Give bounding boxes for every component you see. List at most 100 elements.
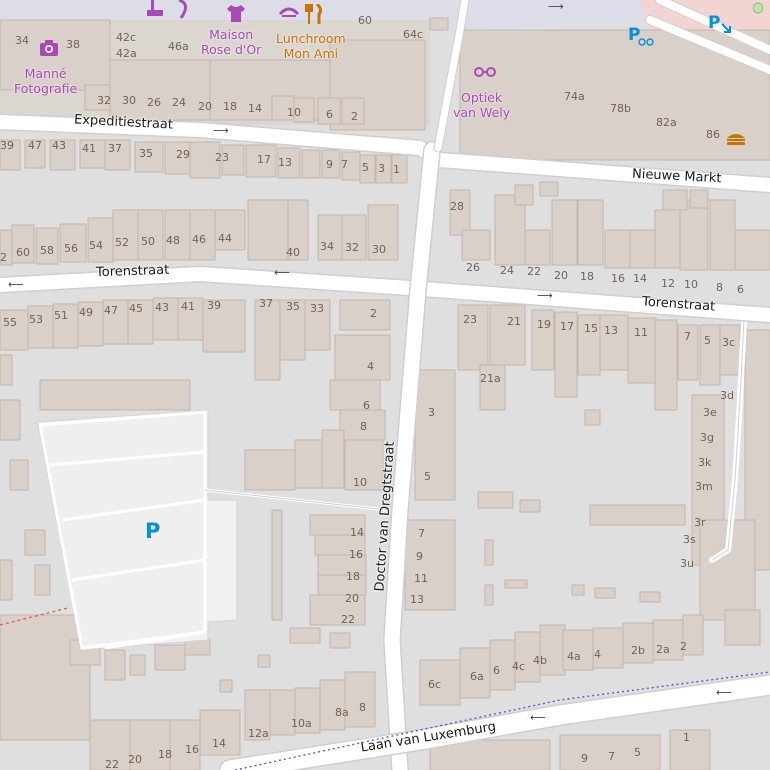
map-canvas[interactable]: ⟶ ⟵ ⟵ ⟶ ⟵ ⟵ ⟶ Expeditiestraat Nieuwe Mar… (0, 0, 770, 770)
oneway-arrow-icon: ⟵ (8, 278, 24, 291)
house-number-label: 9 (581, 752, 588, 765)
svg-text:P: P (708, 13, 720, 33)
house-number-label: 20 (345, 592, 359, 605)
oneway-arrow-icon: ⟶ (213, 124, 229, 137)
house-number-label: 23 (215, 151, 229, 164)
buildings-east-block (404, 304, 770, 646)
fast-food-icon[interactable] (726, 132, 746, 146)
house-number-label: 1 (393, 163, 400, 176)
house-number-label: 15 (584, 322, 598, 335)
house-number-label: 40 (286, 246, 300, 259)
house-number-label: 32 (97, 94, 111, 107)
house-number-label: 14 (633, 272, 647, 285)
house-number-label: 1 (683, 731, 690, 744)
hairdresser-icon[interactable] (175, 0, 195, 20)
house-number-label: 7 (684, 330, 691, 343)
house-number-label: 42a (116, 47, 137, 60)
house-number-label: 14 (212, 737, 226, 750)
house-number-label: 2 (351, 110, 358, 123)
house-number-label: 8a (335, 706, 349, 719)
poi-label-optiek-van-wely[interactable]: Optiek van Wely (453, 90, 510, 120)
house-number-label: 6 (737, 283, 744, 296)
house-number-label: 12a (248, 727, 269, 740)
house-number-label: 8 (716, 281, 723, 294)
house-number-label: 7 (608, 750, 615, 763)
house-number-label: 9 (326, 158, 333, 171)
house-number-label: 52 (115, 236, 129, 249)
house-number-label: 18 (346, 570, 360, 583)
tree-icon (751, 1, 765, 15)
bicycle-parking-icon[interactable]: P (628, 24, 654, 48)
poi-label-lunchroom-mon-ami[interactable]: Lunchroom Mon Ami (276, 31, 346, 61)
shop-icon[interactable] (147, 0, 167, 18)
house-number-label: 78b (610, 102, 631, 115)
house-number-label: 11 (414, 572, 428, 585)
house-number-label: 33 (310, 302, 324, 315)
house-number-label: 10 (684, 278, 698, 291)
house-number-label: 17 (257, 153, 271, 166)
house-number-label: 50 (141, 235, 155, 248)
house-number-label: 3m (695, 480, 713, 493)
restaurant-icon[interactable] (305, 4, 325, 26)
house-number-label: 24 (500, 264, 514, 277)
house-number-label: 64c (403, 28, 424, 41)
house-number-label: 24 (172, 96, 186, 109)
house-number-label: 23 (463, 313, 477, 326)
house-number-label: 21a (480, 372, 501, 385)
house-number-label: 47 (104, 304, 118, 317)
house-number-label: 22 (105, 758, 119, 770)
house-number-label: 18 (580, 270, 594, 283)
poi-label-maison-rose-dor[interactable]: Maison Rose d'Or (201, 27, 261, 57)
house-number-label: 34 (15, 34, 29, 47)
oneway-arrow-icon: ⟵ (716, 686, 732, 699)
house-number-label: 53 (29, 313, 43, 326)
house-number-label: 4 (367, 360, 374, 373)
oneway-arrow-icon: ⟵ (274, 266, 290, 279)
house-number-label: 3k (698, 456, 712, 469)
parking-symbol[interactable]: P (145, 519, 160, 543)
beauty-icon[interactable] (278, 4, 300, 22)
house-number-label: 38 (66, 38, 80, 51)
house-number-label: 2a (656, 643, 670, 656)
house-number-label: 3 (378, 162, 385, 175)
house-number-label: 6c (428, 678, 442, 691)
house-number-label: 37 (108, 142, 122, 155)
house-number-label: 55 (3, 316, 17, 329)
clothes-shop-icon[interactable] (225, 3, 247, 23)
house-number-label: 60 (358, 14, 372, 27)
house-number-label: 7 (341, 158, 348, 171)
parking-entrance-icon[interactable]: P (708, 12, 734, 36)
house-number-label: 2 (680, 640, 687, 653)
house-number-label: 18 (223, 100, 237, 113)
house-number-label: 3u (680, 557, 694, 570)
house-number-label: 4a (567, 650, 581, 663)
house-number-label: 32 (345, 241, 359, 254)
house-number-label: 3g (700, 431, 714, 444)
house-number-label: 4c (512, 660, 526, 673)
house-number-label: 30 (122, 94, 136, 107)
camera-icon[interactable] (38, 38, 60, 58)
house-number-label: 42c (116, 31, 137, 44)
house-number-label: 39 (207, 299, 221, 312)
poi-label-manne-fotografie[interactable]: Manné Fotografie (14, 66, 77, 96)
house-number-label: 82a (656, 116, 677, 129)
house-number-label: 2b (631, 644, 645, 657)
oneway-arrow-icon: ⟶ (537, 289, 553, 302)
house-number-label: 3 (428, 406, 435, 419)
house-number-label: 2 (0, 251, 7, 264)
house-number-label: 3c (722, 336, 736, 349)
house-number-label: 54 (89, 239, 103, 252)
house-number-label: 7 (418, 527, 425, 540)
house-number-label: 22 (341, 613, 355, 626)
house-number-label: 22 (527, 265, 541, 278)
house-number-label: 46a (168, 40, 189, 53)
house-number-label: 58 (40, 244, 54, 257)
house-number-label: 5 (424, 470, 431, 483)
house-number-label: 13 (410, 593, 424, 606)
glasses-icon[interactable] (474, 66, 496, 78)
house-number-label: 29 (176, 148, 190, 161)
house-number-label: 3d (720, 389, 734, 402)
house-number-label: 41 (181, 300, 195, 313)
house-number-label: 2 (370, 307, 377, 320)
house-number-label: 4b (533, 654, 547, 667)
